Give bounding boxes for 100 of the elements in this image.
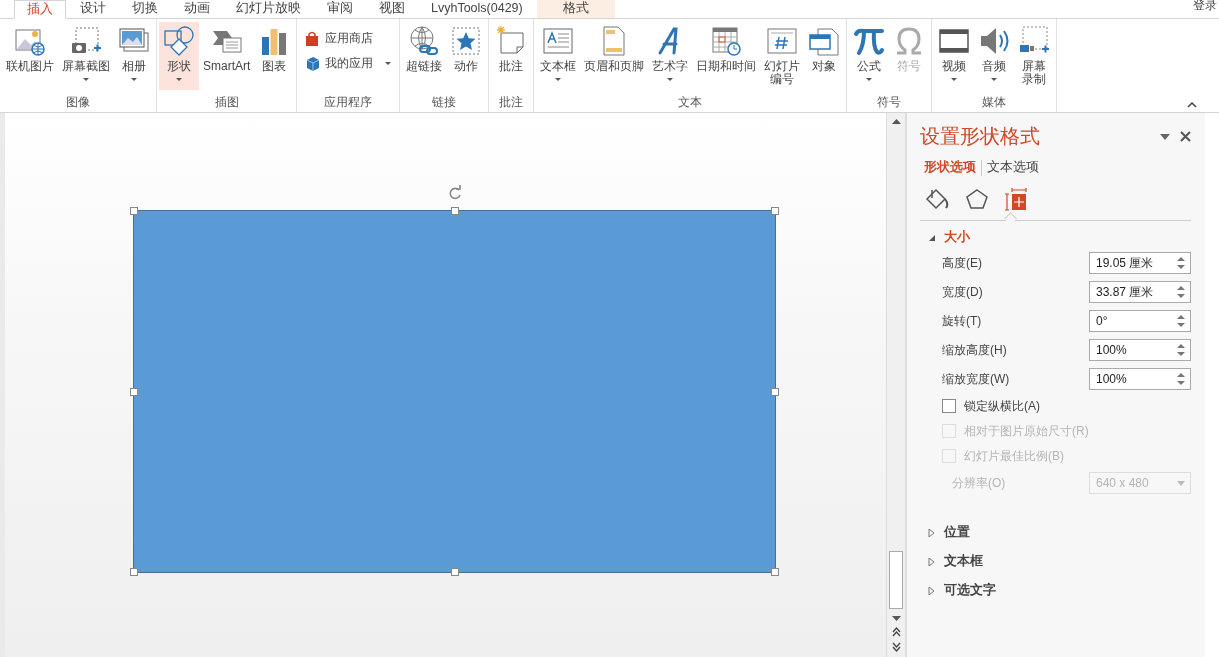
caret-icon <box>176 78 182 81</box>
ribbon-button[interactable]: 对象 <box>804 22 845 90</box>
group-label: 批注 <box>498 94 525 111</box>
group-label: 图像 <box>65 94 91 111</box>
ribbon-tab[interactable]: 审阅 <box>315 0 365 18</box>
field-label: 分辨率(O) <box>951 474 1006 492</box>
globe-link-icon <box>408 25 441 57</box>
spin-arrows-icon[interactable] <box>1177 256 1185 270</box>
next-slide-icon[interactable] <box>891 642 901 652</box>
pane-icon-tab[interactable] <box>1004 188 1030 212</box>
ribbon-button[interactable]: 视频 <box>934 22 975 90</box>
resize-handle[interactable] <box>771 207 779 215</box>
group-label: 链接 <box>431 94 458 111</box>
ribbon-button[interactable]: 我的应用 <box>305 55 392 72</box>
section-header[interactable]: 位置 <box>920 520 1191 545</box>
scroll-down-icon[interactable] <box>891 616 901 622</box>
ribbon-button[interactable]: 批注 <box>491 22 532 90</box>
resize-handle[interactable] <box>771 387 779 396</box>
checkbox-option[interactable]: 锁定纵横比(A) <box>942 397 1191 415</box>
ribbon-button[interactable]: 文本框 <box>536 22 581 90</box>
ribbon-button[interactable]: 超链接 <box>402 22 447 90</box>
pane-tab[interactable]: 文本选项 <box>987 159 1039 176</box>
pane-options-caret-icon[interactable] <box>1160 133 1170 140</box>
ribbon-tab[interactable]: 幻灯片放映 <box>224 0 313 18</box>
speaker-icon <box>978 25 1011 57</box>
group-label: 符号 <box>876 94 903 111</box>
ribbon-tab[interactable]: 设计 <box>68 0 118 18</box>
ribbon-button[interactable]: 幻灯片 编号 <box>760 22 805 90</box>
caret-icon <box>83 78 89 81</box>
resize-handle[interactable] <box>450 207 459 215</box>
collapse-ribbon-icon[interactable] <box>1187 102 1197 108</box>
group-label: 应用程序 <box>323 94 374 111</box>
spin-arrows-icon[interactable] <box>1177 285 1185 299</box>
shapes-icon <box>163 25 195 57</box>
cube-icon <box>305 55 322 72</box>
ribbon-button[interactable]: 屏幕截图 <box>58 22 114 90</box>
resize-handle[interactable] <box>771 568 779 576</box>
spin-arrows-icon[interactable] <box>1177 314 1185 328</box>
field-label: 缩放高度(H) <box>942 341 1007 359</box>
field-label: 缩放宽度(W) <box>942 370 1010 388</box>
spin-field[interactable]: 100% <box>1089 368 1191 390</box>
ribbon-tab[interactable]: 切换 <box>120 0 170 18</box>
expand-triangle-icon <box>928 528 936 537</box>
resize-handle[interactable] <box>130 387 138 396</box>
group-label: 媒体 <box>981 94 1008 111</box>
resize-handle[interactable] <box>450 568 459 576</box>
ribbon-button[interactable]: 形状 <box>159 22 199 90</box>
window-icon <box>808 25 841 57</box>
pane-icon-tab[interactable] <box>964 188 990 212</box>
spin-arrows-icon[interactable] <box>1177 372 1185 386</box>
calendar-clock-icon <box>710 25 743 57</box>
section-header[interactable]: 可选文字 <box>920 578 1191 603</box>
sign-in-link[interactable]: 登录 <box>1193 0 1217 10</box>
resize-handle[interactable] <box>130 207 138 215</box>
group-label: 插图 <box>213 94 240 111</box>
spin-field[interactable]: 33.87 厘米 <box>1089 281 1191 303</box>
ribbon-button[interactable]: 相册 <box>114 22 154 90</box>
ribbon-button[interactable]: 日期和时间 <box>692 22 761 90</box>
vertical-scrollbar[interactable] <box>886 113 906 657</box>
ribbon-button[interactable]: 联机图片 <box>2 22 58 90</box>
ribbon-button[interactable]: 图表 <box>254 22 295 90</box>
ribbon-button[interactable]: 音频 <box>974 22 1015 90</box>
ribbon-button[interactable]: 动作 <box>446 22 487 90</box>
ribbon-tab[interactable]: 动画 <box>172 0 222 18</box>
ribbon-button[interactable]: 页眉和页脚 <box>580 22 649 90</box>
caret-icon <box>131 78 137 81</box>
group-label: 文本 <box>677 94 704 111</box>
caret-icon <box>991 78 998 81</box>
pane-icon-tab[interactable] <box>924 188 950 212</box>
scroll-up-icon[interactable] <box>891 118 901 124</box>
spin-field[interactable]: 100% <box>1089 339 1191 361</box>
close-icon[interactable] <box>1180 131 1191 142</box>
ribbon-button[interactable]: SmartArt <box>199 22 255 90</box>
pane-title: 设置形状格式 <box>920 124 1041 149</box>
ribbon-button[interactable]: 应用商店 <box>305 30 374 47</box>
caret-icon <box>667 78 674 81</box>
section-header[interactable]: 文本框 <box>920 549 1191 574</box>
hash-box-icon <box>766 25 799 57</box>
ribbon-button[interactable]: 屏幕 录制 <box>1014 22 1055 90</box>
field-label: 高度(E) <box>942 254 982 272</box>
resize-handle[interactable] <box>130 568 138 576</box>
section-header[interactable]: 大小 <box>920 225 1191 250</box>
ribbon-tab[interactable]: 格式 <box>536 0 615 18</box>
expand-triangle-icon <box>928 557 936 566</box>
ribbon-button[interactable]: 公式 <box>849 22 890 90</box>
ribbon-button[interactable]: 艺术字 <box>648 22 693 90</box>
previous-slide-icon[interactable] <box>891 627 901 637</box>
caret-icon <box>385 62 392 65</box>
field-label: 旋转(T) <box>942 312 982 330</box>
collapse-triangle-icon <box>928 233 936 242</box>
spin-field[interactable]: 19.05 厘米 <box>1089 252 1191 274</box>
pane-tab[interactable]: 形状选项 <box>924 159 976 176</box>
caret-icon <box>555 78 562 81</box>
spin-arrows-icon[interactable] <box>1177 343 1185 357</box>
caret-icon <box>951 78 958 81</box>
spin-field[interactable]: 0° <box>1089 310 1191 332</box>
ribbon-tab[interactable]: 视图 <box>367 0 417 18</box>
ribbon-tab[interactable]: 插入 <box>14 0 66 19</box>
scroll-thumb[interactable] <box>889 551 903 609</box>
ribbon-tab[interactable]: LvyhTools(0429) <box>419 0 535 18</box>
